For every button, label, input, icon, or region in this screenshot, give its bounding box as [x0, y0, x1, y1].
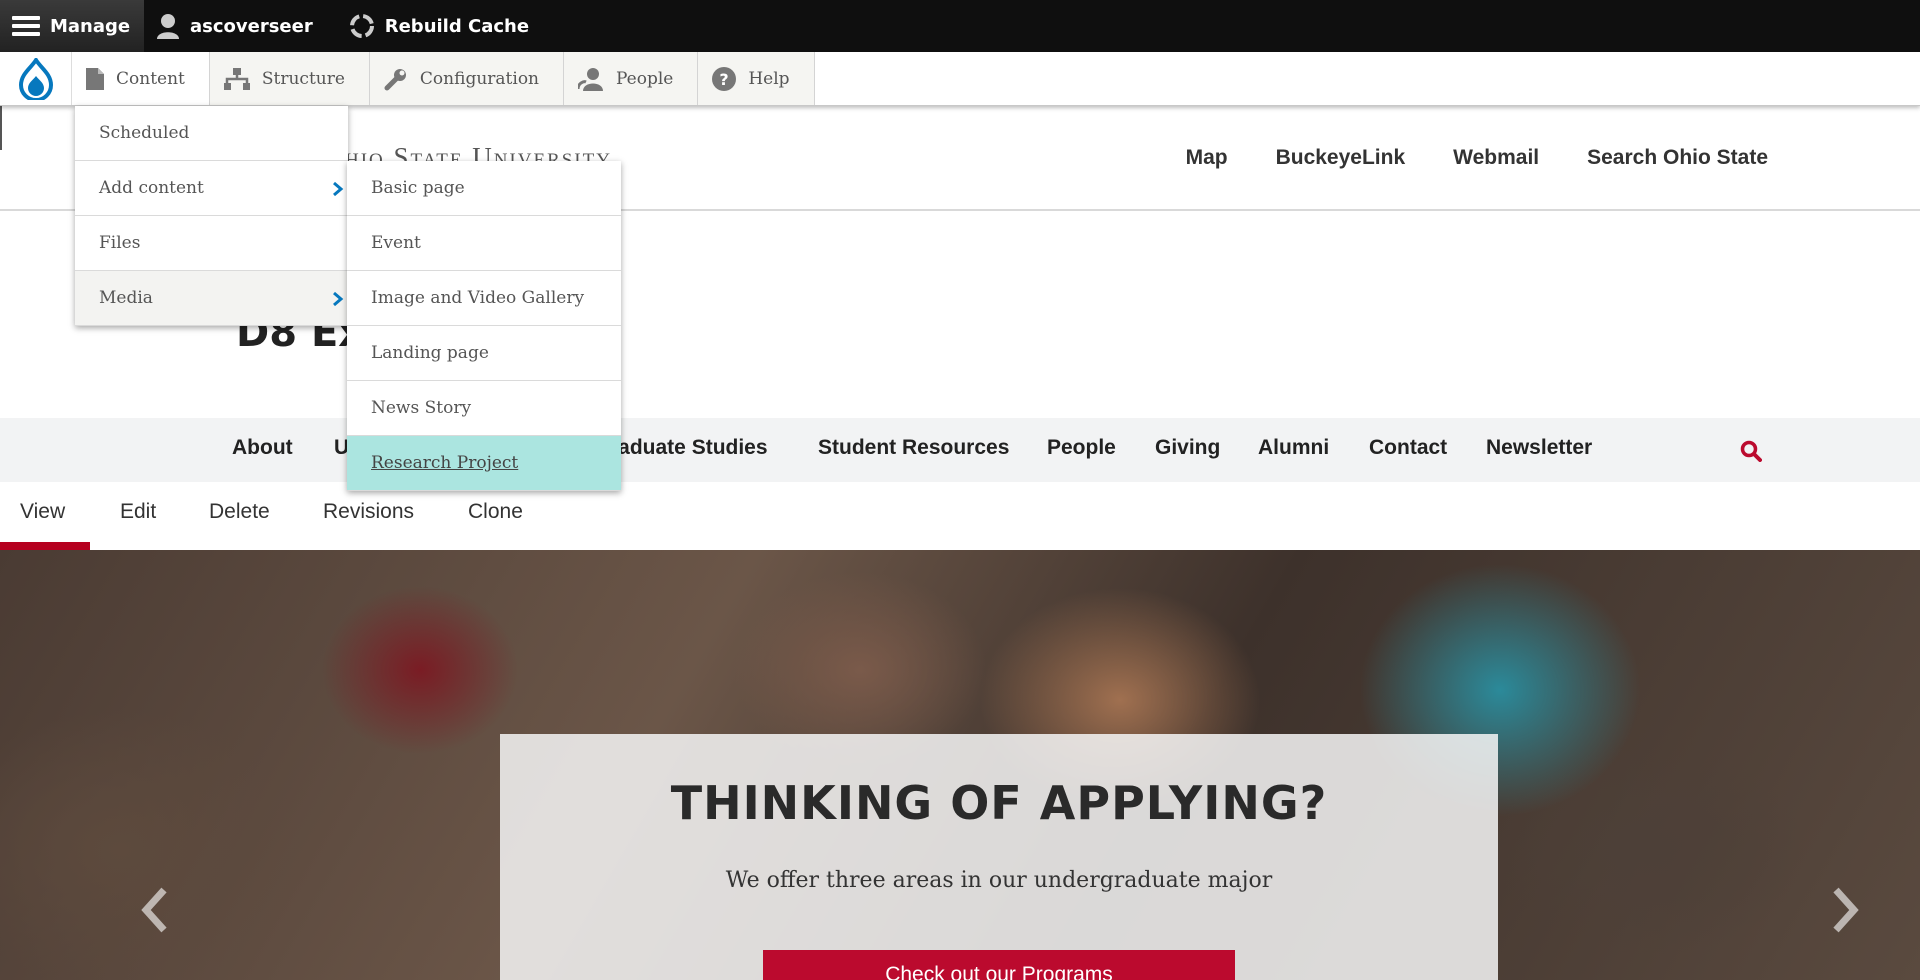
menu-item-label: Event: [371, 233, 421, 253]
menu-item-label: Scheduled: [99, 123, 190, 143]
admin-toolbar: Manage ascoverseer Rebuild Cache: [0, 0, 1920, 52]
menu-item-scheduled[interactable]: Scheduled: [75, 106, 348, 161]
tab-structure[interactable]: Structure: [209, 52, 370, 105]
menu-item-news-story[interactable]: News Story: [347, 381, 621, 436]
manage-label: Manage: [50, 15, 131, 37]
nav-item-alumni[interactable]: Alumni: [1258, 436, 1329, 460]
nav-item-contact[interactable]: Contact: [1369, 436, 1447, 460]
rebuild-cache-label: Rebuild Cache: [384, 15, 530, 37]
util-link-buckeyelink[interactable]: BuckeyeLink: [1276, 146, 1406, 170]
tab-configuration-label: Configuration: [419, 68, 539, 89]
person-icon: [578, 67, 603, 91]
tab-people-label: People: [616, 68, 674, 89]
tab-delete[interactable]: Delete: [209, 500, 270, 524]
menu-item-label: Add content: [99, 178, 204, 198]
menu-item-label: News Story: [371, 398, 472, 418]
user-label: ascoverseer: [190, 15, 313, 37]
menu-item-event[interactable]: Event: [347, 216, 621, 271]
nav-item-student-resources[interactable]: Student Resources: [818, 436, 1009, 460]
manage-button[interactable]: Manage: [0, 0, 144, 52]
help-icon: ?: [712, 66, 737, 91]
menu-item-files[interactable]: Files: [75, 216, 348, 271]
recycle-icon: [349, 14, 374, 38]
nav-item-giving[interactable]: Giving: [1155, 436, 1220, 460]
menu-item-label: Landing page: [371, 343, 489, 363]
menu-item-label: Image and Video Gallery: [371, 288, 585, 308]
toolbar-tray: Content Structure Configuration People ?…: [0, 52, 1920, 106]
tab-edit[interactable]: Edit: [120, 500, 156, 524]
page-icon: [86, 67, 104, 90]
add-content-submenu: Basic page Event Image and Video Gallery…: [347, 161, 621, 491]
active-tab-indicator: [0, 542, 90, 550]
tab-revisions[interactable]: Revisions: [323, 500, 414, 524]
next-slide-icon[interactable]: [1826, 880, 1866, 940]
header-edge-mark: [0, 106, 2, 150]
drupal-drop-icon: [18, 57, 53, 100]
hero-caption-box: THINKING OF APPLYING? We offer three are…: [500, 734, 1498, 980]
nav-item-about[interactable]: About: [232, 436, 293, 460]
menu-item-add-content[interactable]: Add content: [75, 161, 348, 216]
util-link-search-ohio-state[interactable]: Search Ohio State: [1587, 146, 1768, 170]
search-icon[interactable]: [1740, 440, 1762, 462]
nav-item-graduate-studies[interactable]: raduate Studies: [610, 436, 768, 460]
hero-subtitle: We offer three areas in our undergraduat…: [725, 868, 1273, 893]
nav-item-people[interactable]: People: [1047, 436, 1116, 460]
chevron-right-icon: [333, 181, 344, 197]
hero-slideshow: THINKING OF APPLYING? We offer three are…: [0, 550, 1920, 980]
menu-item-label: Files: [99, 233, 141, 253]
rebuild-cache-button[interactable]: Rebuild Cache: [331, 0, 547, 52]
tab-clone[interactable]: Clone: [468, 500, 523, 524]
local-tasks-tabs: View Edit Delete Revisions Clone: [0, 482, 1920, 550]
menu-item-label: Basic page: [371, 178, 465, 198]
previous-slide-icon[interactable]: [134, 880, 174, 940]
menu-item-basic-page[interactable]: Basic page: [347, 161, 621, 216]
menu-item-media[interactable]: Media: [75, 271, 348, 326]
programs-button[interactable]: Check out our Programs: [763, 950, 1235, 980]
tab-help-label: Help: [748, 68, 790, 89]
user-icon: [157, 14, 179, 39]
sitemap-icon: [223, 67, 250, 90]
menu-item-research-project[interactable]: Research Project: [347, 436, 621, 491]
utility-nav: Map BuckeyeLink Webmail Search Ohio Stat…: [1186, 146, 1768, 170]
main-nav: About U raduate Studies Student Resource…: [0, 418, 1920, 482]
hero-title: THINKING OF APPLYING?: [670, 776, 1328, 830]
nav-item-newsletter[interactable]: Newsletter: [1486, 436, 1592, 460]
hamburger-icon: [12, 16, 40, 36]
util-link-map[interactable]: Map: [1186, 146, 1228, 170]
tab-help[interactable]: ? Help: [698, 52, 815, 105]
util-link-webmail[interactable]: Webmail: [1453, 146, 1539, 170]
tab-people[interactable]: People: [564, 52, 699, 105]
menu-item-label: Media: [99, 288, 153, 308]
tab-content[interactable]: Content: [72, 52, 210, 105]
tab-view[interactable]: View: [20, 500, 65, 524]
user-button[interactable]: ascoverseer: [144, 0, 331, 52]
menu-item-landing-page[interactable]: Landing page: [347, 326, 621, 381]
drupal-logo[interactable]: [0, 52, 72, 105]
svg-text:?: ?: [720, 70, 729, 89]
menu-item-image-video-gallery[interactable]: Image and Video Gallery: [347, 271, 621, 326]
tab-content-label: Content: [116, 68, 185, 89]
tab-structure-label: Structure: [261, 68, 345, 89]
chevron-right-icon: [333, 291, 344, 307]
content-dropdown-menu: Scheduled Add content Files Media: [75, 106, 348, 326]
tab-configuration[interactable]: Configuration: [369, 52, 564, 105]
menu-item-label: Research Project: [371, 453, 519, 473]
wrench-icon: [384, 68, 406, 90]
